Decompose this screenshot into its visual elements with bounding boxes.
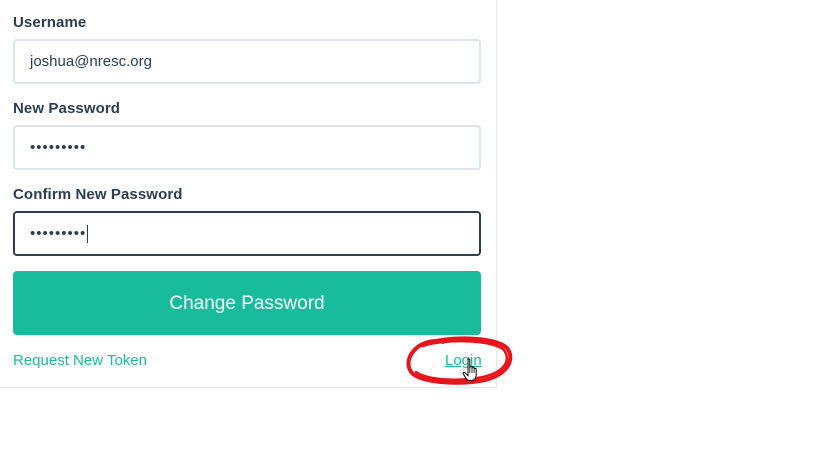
confirm-password-value-wrap: ••••••••• — [30, 213, 89, 254]
username-value: joshua@nresc.org — [30, 53, 152, 70]
confirm-password-label: Confirm New Password — [13, 186, 183, 203]
new-password-field[interactable]: ••••••••• — [13, 125, 481, 170]
new-password-value: ••••••••• — [30, 139, 87, 156]
username-label: Username — [13, 14, 87, 31]
change-password-panel: Username joshua@nresc.org New Password •… — [0, 0, 497, 388]
login-link[interactable]: Login — [445, 352, 482, 369]
new-password-label: New Password — [13, 100, 121, 117]
change-password-button[interactable]: Change Password — [13, 271, 481, 335]
confirm-password-field[interactable]: ••••••••• — [13, 211, 481, 256]
request-new-token-link[interactable]: Request New Token — [13, 352, 147, 369]
text-caret — [87, 225, 89, 244]
username-field[interactable]: joshua@nresc.org — [13, 39, 481, 84]
confirm-password-value: ••••••••• — [30, 225, 87, 242]
